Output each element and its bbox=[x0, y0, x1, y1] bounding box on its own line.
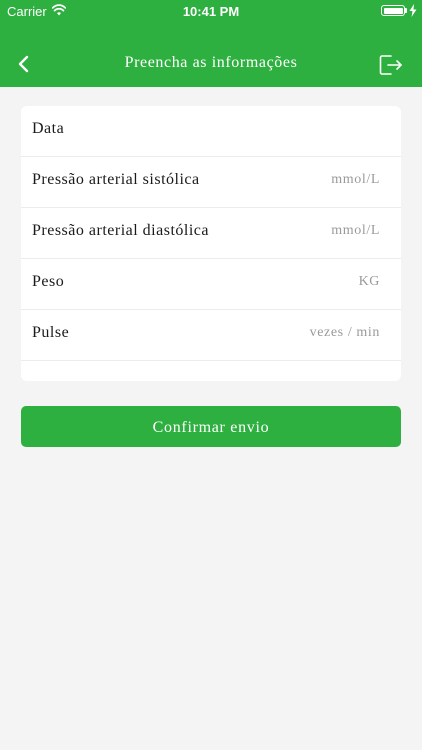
field-unit: mmol/L bbox=[331, 223, 380, 238]
battery-icon bbox=[381, 5, 405, 16]
charging-bolt-icon bbox=[409, 4, 417, 17]
status-time: 10:41 PM bbox=[182, 4, 240, 19]
status-bar: Carrier 10:41 PM bbox=[0, 0, 422, 22]
field-date[interactable]: Data bbox=[21, 106, 401, 157]
field-diastolic-pressure[interactable]: Pressão arterial diastólica mmol/L bbox=[21, 208, 401, 259]
field-label: Peso bbox=[32, 273, 65, 290]
top-bar: Carrier 10:41 PM Preencha as informações bbox=[0, 0, 422, 87]
field-unit: KG bbox=[358, 274, 380, 289]
field-weight[interactable]: Peso KG bbox=[21, 259, 401, 310]
field-label: Pressão arterial sistólica bbox=[32, 171, 200, 188]
field-unit: mmol/L bbox=[331, 172, 380, 187]
page-title: Preencha as informações bbox=[124, 54, 298, 71]
battery-nub bbox=[405, 8, 407, 13]
field-unit: vezes / min bbox=[309, 325, 380, 340]
logout-icon[interactable] bbox=[378, 53, 404, 77]
field-systolic-pressure[interactable]: Pressão arterial sistólica mmol/L bbox=[21, 157, 401, 208]
field-label: Pressão arterial diastólica bbox=[32, 222, 209, 239]
field-label: Data bbox=[32, 120, 65, 137]
chevron-left-icon[interactable] bbox=[14, 53, 34, 75]
field-pulse[interactable]: Pulse vezes / min bbox=[21, 310, 401, 361]
info-form-card: Data Pressão arterial sistólica mmol/L P… bbox=[21, 106, 401, 381]
confirm-submit-button[interactable]: Confirmar envio bbox=[21, 406, 401, 447]
field-label: Pulse bbox=[32, 324, 70, 341]
empty-row bbox=[21, 361, 401, 381]
